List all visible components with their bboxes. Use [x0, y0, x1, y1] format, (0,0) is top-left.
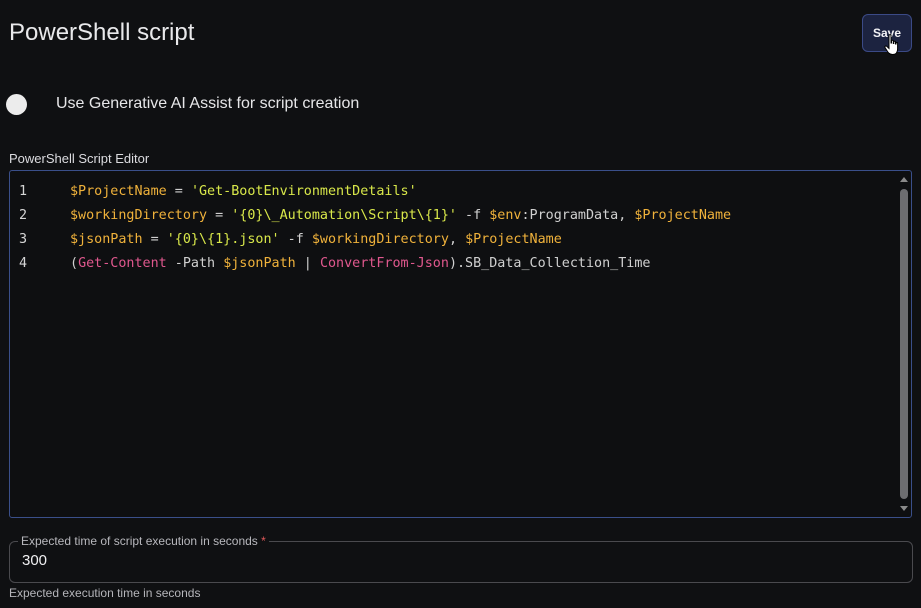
- code-token: '{0}\{1}.json': [166, 232, 280, 247]
- ai-assist-label: Use Generative AI Assist for script crea…: [56, 95, 360, 112]
- scroll-down-arrow-icon[interactable]: [900, 506, 908, 511]
- code-token: ,: [448, 232, 466, 247]
- code-token: Get-Content: [78, 256, 167, 271]
- required-mark: *: [261, 534, 266, 548]
- code-token: 'Get-BootEnvironmentDetails': [190, 184, 417, 199]
- execution-time-field[interactable]: Expected time of script execution in sec…: [9, 534, 913, 583]
- code-token: =: [142, 232, 167, 247]
- code-text[interactable]: (Get-Content -Path $jsonPath | ConvertFr…: [70, 252, 650, 276]
- editor-label: PowerShell Script Editor: [9, 151, 150, 166]
- hand-cursor-icon: [884, 34, 899, 56]
- code-token: =: [207, 208, 232, 223]
- scroll-thumb[interactable]: [900, 189, 908, 499]
- code-token: $workingDirectory: [311, 232, 449, 247]
- line-number: 1: [19, 184, 28, 199]
- code-token: $jsonPath: [223, 256, 296, 271]
- code-token: -f: [279, 232, 312, 247]
- code-token: $env: [489, 208, 522, 223]
- ai-assist-toggle[interactable]: [6, 94, 27, 115]
- execution-time-helper: Expected execution time in seconds: [9, 586, 201, 600]
- code-token: ).SB_Data_Collection_Time: [448, 256, 651, 271]
- code-token: |: [295, 256, 320, 271]
- code-token: $jsonPath: [70, 232, 143, 247]
- code-token: -f: [456, 208, 490, 223]
- code-token: $workingDirectory: [70, 208, 208, 223]
- code-text[interactable]: $ProjectName = 'Get-BootEnvironmentDetai…: [70, 180, 417, 204]
- script-editor[interactable]: 1 $ProjectName = 'Get-BootEnvironmentDeta…: [9, 170, 912, 518]
- execution-time-input[interactable]: [22, 552, 882, 569]
- line-number: 3: [19, 232, 28, 247]
- scroll-up-arrow-icon[interactable]: [900, 177, 908, 182]
- code-token: :ProgramData,: [521, 208, 635, 223]
- code-token: $ProjectName: [634, 208, 732, 223]
- code-token: ConvertFrom-Json: [319, 256, 449, 271]
- code-token: $ProjectName: [70, 184, 167, 199]
- execution-time-label: Expected time of script execution in sec…: [18, 534, 269, 548]
- page-title: PowerShell script: [9, 19, 195, 46]
- code-token: -Path: [166, 256, 224, 271]
- code-token: =: [166, 184, 191, 199]
- line-number: 2: [19, 208, 28, 223]
- editor-scrollbar[interactable]: [899, 173, 909, 515]
- line-number: 4: [19, 256, 28, 271]
- code-text[interactable]: $workingDirectory = '{0}\_Automation\Scr…: [70, 204, 731, 228]
- code-text[interactable]: $jsonPath = '{0}\{1}.json' -f $workingDi…: [70, 228, 562, 252]
- code-token: '{0}\_Automation\Script\{1}': [231, 208, 457, 223]
- code-token: (: [70, 256, 79, 271]
- code-token: $ProjectName: [465, 232, 562, 247]
